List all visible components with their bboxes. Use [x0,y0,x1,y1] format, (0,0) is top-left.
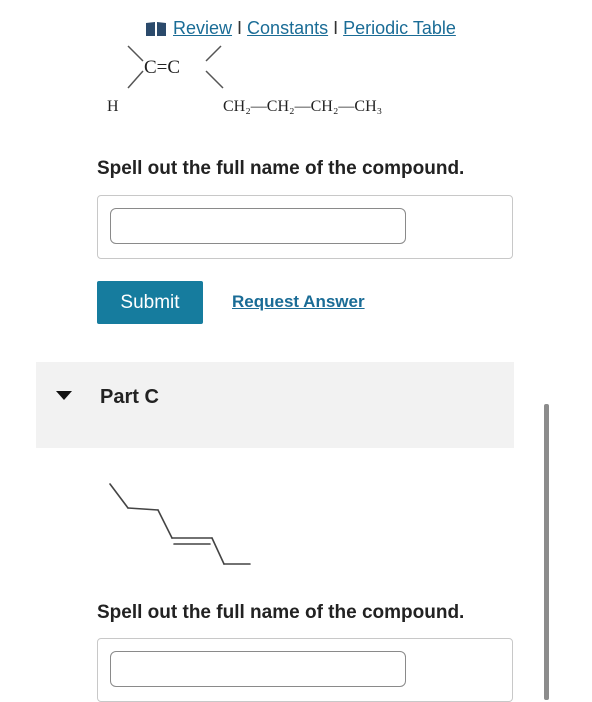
double-bond-label: C=C [144,57,180,78]
answer-container [97,195,513,259]
answer-input[interactable] [110,208,406,244]
submit-button[interactable]: Submit [97,281,203,324]
question-prompt: Spell out the full name of the compound. [97,602,465,623]
scrollbar[interactable] [544,404,549,700]
answer-input[interactable] [110,651,406,687]
answer-container [97,638,513,702]
hydrogen-label: H [107,98,119,115]
question-prompt: Spell out the full name of the compound. [97,158,465,179]
review-link[interactable]: Review [173,18,232,39]
alkyl-chain-label: CH₂—CH₂—CH₂—CH₃ [223,98,382,115]
constants-link[interactable]: Constants [247,18,328,39]
link-separator: I [237,18,243,38]
periodic-table-link[interactable]: Periodic Table [343,18,456,39]
request-answer-link[interactable]: Request Answer [232,292,365,312]
book-icon [146,21,166,36]
link-separator: I [333,18,339,38]
compound-structure-2 [109,483,251,565]
caret-down-icon[interactable] [56,391,72,400]
part-c-label: Part C [100,386,159,408]
compound-structure-1: C=C H CH₂—CH₂—CH₂—CH₃ [107,45,382,115]
resource-links: Review I Constants I Periodic Table [145,18,456,39]
